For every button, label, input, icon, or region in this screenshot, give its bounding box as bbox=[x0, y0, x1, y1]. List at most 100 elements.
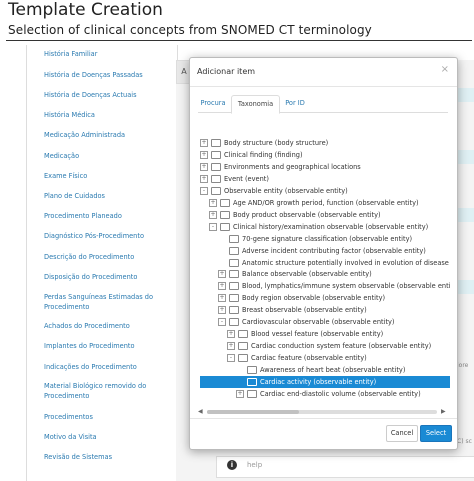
modal-header-divider bbox=[190, 86, 457, 87]
tree-row[interactable]: + Cardiac end-diastolic volume (observabl… bbox=[236, 388, 421, 400]
tree-row-label: Cardiovascular observable (observable en… bbox=[242, 318, 395, 327]
expand-icon[interactable]: + bbox=[218, 294, 226, 303]
collapse-icon[interactable]: - bbox=[218, 318, 226, 327]
sidebar-item[interactable]: Material Biológico removido do Procedime… bbox=[44, 381, 164, 401]
expand-icon[interactable]: + bbox=[200, 162, 208, 171]
sidebar-item[interactable]: História Médica bbox=[44, 110, 164, 120]
tree-row-label: Body region observable (observable entit… bbox=[242, 294, 386, 303]
folder-open-icon bbox=[229, 318, 239, 327]
add-item-modal: Adicionar item × Procura Taxonomia Por I… bbox=[189, 57, 458, 450]
expand-icon[interactable]: + bbox=[209, 198, 217, 207]
tree-row-selected[interactable]: Cardiac activity (observable entity) bbox=[200, 376, 450, 388]
folder-icon bbox=[229, 270, 239, 279]
collapse-icon[interactable]: - bbox=[200, 186, 208, 195]
tree-row-label: Awareness of heart beat (observable enti… bbox=[260, 366, 406, 375]
scroll-left-icon[interactable]: ◀ bbox=[198, 408, 203, 415]
tree-row-label: Clinical finding (finding) bbox=[224, 150, 303, 159]
expand-icon[interactable]: + bbox=[218, 270, 226, 279]
sidebar-item[interactable]: Procedimentos bbox=[44, 412, 164, 422]
tree-row[interactable]: + Environments and geographical locations bbox=[200, 161, 361, 173]
tab-procura[interactable]: Procura bbox=[198, 95, 228, 112]
folder-icon bbox=[238, 342, 248, 351]
tree-row[interactable]: - Observable entity (observable entity) bbox=[200, 185, 348, 197]
sidebar-item[interactable]: Revisão de Sistemas bbox=[44, 452, 164, 462]
sidebar-item[interactable]: Medicação bbox=[44, 151, 164, 161]
tree-row-label: Age AND/OR growth period, function (obse… bbox=[233, 198, 419, 207]
expand-icon[interactable]: + bbox=[227, 330, 235, 339]
expand-icon[interactable]: + bbox=[209, 210, 217, 219]
background-more-link[interactable]: iore bbox=[457, 362, 468, 369]
sidebar-item[interactable]: Plano de Cuidados bbox=[44, 191, 164, 201]
tree-row-label: 70-gene signature classification (observ… bbox=[242, 234, 413, 243]
sidebar-item[interactable]: Motivo da Visita bbox=[44, 432, 164, 442]
header-divider bbox=[6, 40, 472, 41]
scroll-right-icon[interactable]: ▶ bbox=[441, 408, 446, 415]
tree-row[interactable]: + Event (event) bbox=[200, 173, 269, 185]
modal-title: Adicionar item bbox=[197, 67, 256, 76]
expand-icon[interactable]: + bbox=[200, 150, 208, 159]
collapse-icon[interactable]: - bbox=[209, 222, 217, 231]
tree-row[interactable]: + Body structure (body structure) bbox=[200, 137, 328, 149]
tree-row-label: Anatomic structure potentially involved … bbox=[242, 258, 450, 267]
tree-row[interactable]: Awareness of heart beat (observable enti… bbox=[236, 364, 405, 376]
sidebar-item[interactable]: Diagnóstico Pós-Procedimento bbox=[44, 231, 164, 241]
tree-row[interactable]: 70-gene signature classification (observ… bbox=[218, 233, 412, 245]
folder-open-icon bbox=[211, 186, 221, 195]
tab-por-id[interactable]: Por ID bbox=[282, 95, 308, 112]
tree-row[interactable]: Adverse incident contributing factor (ob… bbox=[218, 245, 426, 257]
cancel-button[interactable]: Cancel bbox=[386, 425, 418, 442]
background-bar bbox=[456, 150, 474, 164]
tree-row[interactable]: + Blood, lymphatics/immune system observa… bbox=[218, 280, 450, 292]
tree-row[interactable]: + Balance observable (observable entity) bbox=[218, 268, 372, 280]
tree-row[interactable]: + Clinical finding (finding) bbox=[200, 149, 303, 161]
tab-taxonomia[interactable]: Taxonomia bbox=[231, 95, 280, 114]
sidebar-item[interactable]: Descrição do Procedimento bbox=[44, 252, 164, 262]
sidebar-item[interactable]: História Familiar bbox=[44, 49, 164, 59]
scroll-thumb[interactable] bbox=[207, 410, 299, 414]
collapse-icon[interactable]: - bbox=[227, 354, 235, 363]
tree-row[interactable]: - Cardiac feature (observable entity) bbox=[227, 352, 367, 364]
expand-icon[interactable]: + bbox=[227, 342, 235, 351]
sidebar-item[interactable]: Indicações do Procedimento bbox=[44, 362, 164, 372]
tree-row[interactable]: + Age AND/OR growth period, function (obs… bbox=[209, 197, 419, 209]
sidebar-item[interactable]: História de Doenças Actuais bbox=[44, 90, 164, 100]
tree-row[interactable]: + Body region observable (observable enti… bbox=[218, 292, 385, 304]
expand-icon[interactable]: + bbox=[218, 282, 226, 291]
tree-row[interactable]: + Body product observable (observable ent… bbox=[209, 209, 381, 221]
folder-icon bbox=[211, 150, 221, 159]
tree-row[interactable]: + Blood vessel feature (observable entity… bbox=[227, 328, 383, 340]
sidebar-item[interactable]: Medicação Administrada bbox=[44, 130, 164, 140]
expand-icon[interactable]: + bbox=[200, 139, 208, 147]
info-icon[interactable]: i bbox=[227, 460, 237, 470]
sidebar-item[interactable]: Achados do Procedimento bbox=[44, 321, 164, 331]
sidebar-item[interactable]: Perdas Sanguíneas Estimadas do Procedime… bbox=[44, 292, 164, 312]
expand-icon[interactable]: + bbox=[236, 389, 244, 398]
sidebar-item[interactable]: Exame Físico bbox=[44, 171, 164, 181]
page-subtitle: Selection of clinical concepts from SNOM… bbox=[8, 23, 372, 37]
expand-icon[interactable]: + bbox=[218, 306, 226, 315]
sidebar-item[interactable]: Disposição do Procedimento bbox=[44, 272, 164, 282]
tree-row-label: Balance observable (observable entity) bbox=[242, 270, 372, 279]
folder-icon bbox=[247, 378, 257, 386]
horizontal-scrollbar[interactable]: ◀ ▶ bbox=[198, 408, 448, 416]
tree-row-label: Cardiac feature (observable entity) bbox=[251, 354, 367, 363]
folder-icon bbox=[229, 234, 239, 243]
sidebar-item[interactable]: Implantes do Procedimento bbox=[44, 341, 164, 351]
expand-icon[interactable]: + bbox=[200, 174, 208, 183]
tree-row[interactable]: + Cardiac conduction system feature (obse… bbox=[227, 340, 431, 352]
close-icon[interactable]: × bbox=[441, 64, 449, 75]
taxonomy-tree: + Body structure (body structure) + Clinica… bbox=[200, 137, 450, 401]
tree-row[interactable]: - Cardiovascular observable (observable e… bbox=[218, 316, 395, 328]
sidebar-item[interactable]: História de Doenças Passadas bbox=[44, 70, 164, 80]
sidebar: História Familiar História de Doenças Pas… bbox=[26, 45, 178, 481]
tree-row[interactable]: + Breast observable (observable entity) bbox=[218, 304, 367, 316]
select-button[interactable]: Select bbox=[420, 425, 452, 442]
tree-row[interactable]: Anatomic structure potentially involved … bbox=[218, 257, 450, 269]
sidebar-item[interactable]: Procedimento Planeado bbox=[44, 211, 164, 221]
tree-row[interactable]: - Clinical history/examination observable… bbox=[209, 221, 428, 233]
